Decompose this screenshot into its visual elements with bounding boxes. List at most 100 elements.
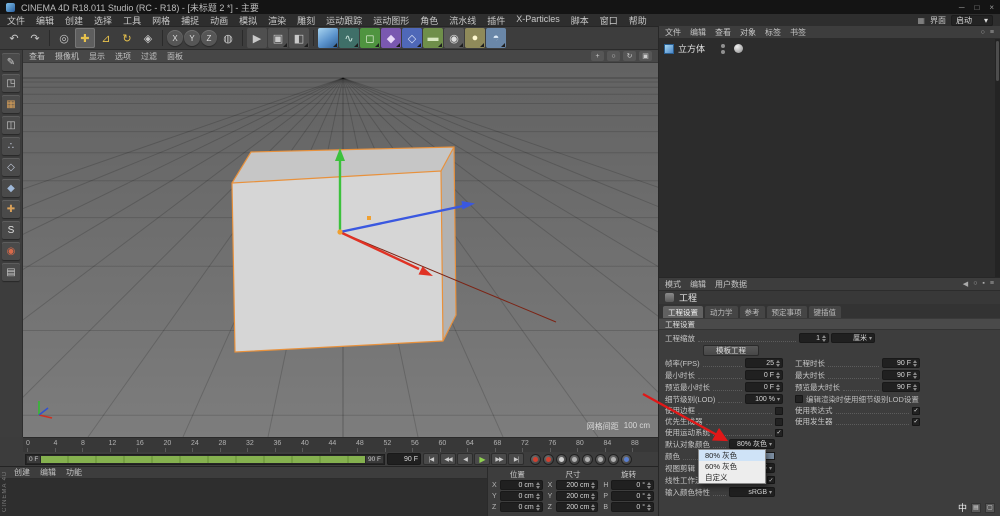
lock-icon[interactable]: ▪ xyxy=(982,280,984,288)
timeline-tick[interactable]: 88 xyxy=(631,440,639,447)
range-end-handle[interactable]: 90 F xyxy=(366,456,383,463)
timeline-tick[interactable]: 72 xyxy=(521,440,529,447)
keyframe-selection-button[interactable] xyxy=(556,454,567,465)
viewport-menu-item[interactable]: 选项 xyxy=(115,51,131,62)
timeline-tick[interactable]: 80 xyxy=(576,440,584,447)
current-frame-field[interactable]: 90 F xyxy=(387,453,421,465)
dropdown-field[interactable]: 100 %▾ xyxy=(745,394,783,404)
attribute-tab[interactable]: 动力学 xyxy=(705,306,738,318)
timeline-tick[interactable]: 32 xyxy=(246,440,254,447)
autokey-button[interactable] xyxy=(543,454,554,465)
minimize-button[interactable]: ─ xyxy=(959,3,965,12)
coords-group-title[interactable]: 旋转 xyxy=(603,469,654,479)
timeline-tick[interactable]: 60 xyxy=(439,440,447,447)
timeline-tick[interactable]: 84 xyxy=(604,440,612,447)
material-menu-item[interactable]: 创建 xyxy=(14,467,30,478)
filter-icon[interactable]: ≡ xyxy=(990,29,994,36)
zoom-view-icon[interactable]: ○ xyxy=(607,51,620,61)
pan-view-icon[interactable]: + xyxy=(591,51,604,61)
redo-button[interactable]: ↷ xyxy=(25,28,45,48)
add-cube-menu[interactable] xyxy=(318,28,338,48)
checkbox[interactable] xyxy=(795,395,803,403)
timeline-tick[interactable]: 8 xyxy=(81,440,85,447)
maximize-button[interactable]: □ xyxy=(974,3,979,12)
checkbox[interactable] xyxy=(775,418,783,426)
timeline-tick[interactable]: 76 xyxy=(549,440,557,447)
lock-z-axis[interactable]: Z xyxy=(201,30,217,46)
dropdown-field[interactable]: 80% 灰色▾ xyxy=(729,439,775,449)
record-position-toggle[interactable] xyxy=(569,454,580,465)
left-tool-workplane-snap[interactable]: ▤ xyxy=(2,263,20,281)
render-picture-viewer-button[interactable]: ▣ xyxy=(268,28,288,48)
live-selection-tool[interactable]: ◎ xyxy=(54,28,74,48)
undo-button[interactable]: ↶ xyxy=(4,28,24,48)
toggle-view-icon[interactable]: ▣ xyxy=(639,51,652,61)
checkbox[interactable]: ✓ xyxy=(775,429,783,437)
coords-group-title[interactable]: 尺寸 xyxy=(548,469,599,479)
left-tool-enable-axis-mode[interactable]: ✚ xyxy=(2,200,20,218)
timeline-tick[interactable]: 4 xyxy=(54,440,58,447)
left-tool-convert-editable[interactable]: ✎ xyxy=(2,53,20,71)
nav-back-icon[interactable]: ◀ xyxy=(963,280,968,288)
value-field[interactable]: 90 F xyxy=(882,358,920,368)
coords-input[interactable]: 0 ° xyxy=(611,502,654,512)
dropdown-field[interactable]: sRGB▾ xyxy=(729,487,775,497)
menubar-item[interactable]: 窗口 xyxy=(600,14,618,27)
tray-icon[interactable]: ▢ xyxy=(985,503,995,513)
viewport-menu-item[interactable]: 查看 xyxy=(29,51,45,62)
coords-input[interactable]: 200 cm xyxy=(556,491,599,501)
value-field[interactable]: 90 F xyxy=(882,370,920,380)
dropdown-option[interactable]: 自定义 xyxy=(699,472,765,483)
record-pla-toggle[interactable] xyxy=(621,454,632,465)
menubar-item[interactable]: 文件 xyxy=(7,14,25,27)
play-button[interactable]: ▶ xyxy=(474,453,490,465)
record-keyframe-button[interactable] xyxy=(530,454,541,465)
viewport-menu-item[interactable]: 摄像机 xyxy=(55,51,79,62)
coords-input[interactable]: 200 cm xyxy=(556,480,599,490)
add-deformer-menu[interactable]: ◇ xyxy=(402,28,422,48)
prev-frame-button[interactable]: ◀ xyxy=(457,453,473,465)
checkbox[interactable]: ✓ xyxy=(912,418,920,426)
template-project-button[interactable]: 模板工程 xyxy=(703,345,759,356)
timeline-tick[interactable]: 64 xyxy=(466,440,474,447)
phong-tag-icon[interactable] xyxy=(734,44,743,53)
menubar-item[interactable]: 网格 xyxy=(152,14,170,27)
menubar-item[interactable]: 工具 xyxy=(123,14,141,27)
keyboard-icon[interactable]: ▤ xyxy=(971,503,981,513)
scrollbar[interactable] xyxy=(995,39,1000,277)
left-tool-model-mode[interactable]: ◳ xyxy=(2,74,20,92)
value-field[interactable]: 25 xyxy=(745,358,783,368)
coords-input[interactable]: 0 cm xyxy=(500,480,543,490)
timeline-tick[interactable]: 36 xyxy=(274,440,282,447)
plane-handle[interactable] xyxy=(367,216,371,220)
timeline-tick[interactable]: 44 xyxy=(329,440,337,447)
titlebar[interactable]: CINEMA 4D R18.011 Studio (RC - R18) - [未… xyxy=(0,0,1000,14)
dropdown-option[interactable]: 60% 灰色 xyxy=(699,461,765,472)
left-tool-edges-mode[interactable]: ◇ xyxy=(2,158,20,176)
scrollbar-thumb[interactable] xyxy=(996,41,999,81)
next-frame-button[interactable]: ▶▶ xyxy=(491,453,507,465)
add-camera-menu[interactable]: ◉ xyxy=(444,28,464,48)
record-scale-toggle[interactable] xyxy=(582,454,593,465)
timeline-tick[interactable]: 0 xyxy=(26,440,30,447)
objects-menu-item[interactable]: 书签 xyxy=(790,27,806,38)
search-icon[interactable]: ○ xyxy=(981,29,985,36)
coords-input[interactable]: 0 cm xyxy=(500,502,543,512)
menubar-item[interactable]: 插件 xyxy=(487,14,505,27)
left-tool-points-mode[interactable]: ∴ xyxy=(2,137,20,155)
timeline-tick[interactable]: 56 xyxy=(411,440,419,447)
value-field[interactable]: 1 xyxy=(799,333,829,343)
left-tool-texture-mode[interactable]: ▦ xyxy=(2,95,20,113)
left-tool-workplane-mode[interactable]: ◫ xyxy=(2,116,20,134)
checkbox[interactable]: ✓ xyxy=(767,476,775,484)
menubar-item[interactable]: 角色 xyxy=(420,14,438,27)
move-tool[interactable]: ✚ xyxy=(75,28,95,48)
coords-input[interactable]: 200 cm xyxy=(556,502,599,512)
material-menu-item[interactable]: 编辑 xyxy=(40,467,56,478)
viewport-menu-item[interactable]: 面板 xyxy=(167,51,183,62)
panel-menu-icon[interactable]: ≡ xyxy=(990,280,994,288)
render-settings-button[interactable]: ◧ xyxy=(289,28,309,48)
goto-start-button[interactable]: |◀ xyxy=(423,453,439,465)
section-header[interactable]: 工程设置 xyxy=(659,318,1000,330)
editor-visibility-dot[interactable] xyxy=(721,44,725,48)
